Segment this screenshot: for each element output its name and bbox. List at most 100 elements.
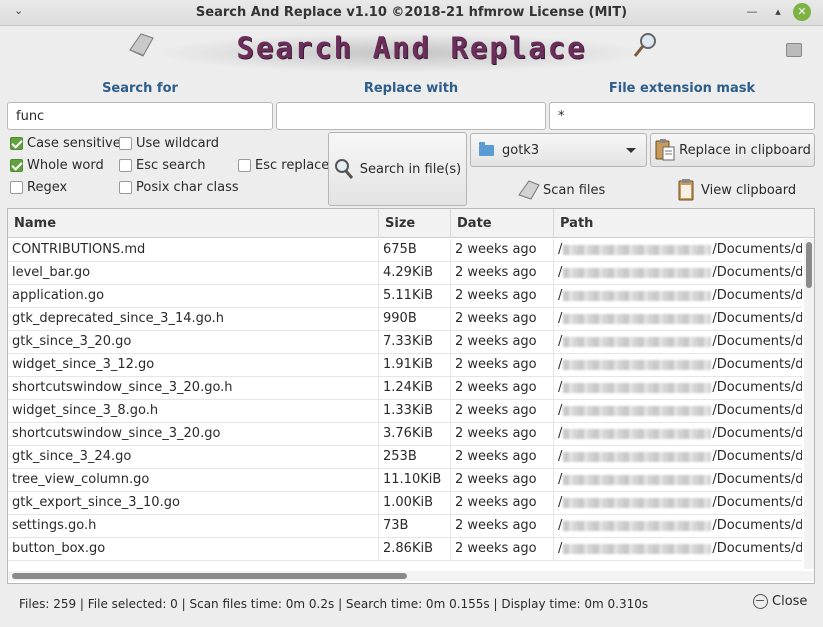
cell-path: / /Documents/de	[554, 262, 802, 285]
vertical-scroll-thumb[interactable]	[806, 242, 812, 288]
cell-date: 2 weeks ago	[451, 400, 554, 423]
file-mask-input[interactable]: *	[549, 102, 815, 130]
scan-files-button[interactable]: Scan files	[517, 177, 605, 203]
cell-size: 5.11KiB	[379, 285, 451, 308]
dropdown-arrow-icon	[626, 148, 636, 153]
path-suffix: /Documents/de	[712, 518, 802, 533]
minimize-icon[interactable]: —	[743, 3, 761, 21]
column-header-name[interactable]: Name	[8, 209, 379, 238]
table-row[interactable]: shortcutswindow_since_3_20.go.h 1.24KiB 2 …	[8, 377, 802, 400]
cell-name: settings.go.h	[8, 515, 379, 538]
table-row[interactable]: gtk_export_since_3_10.go 1.00KiB 2 weeks a…	[8, 492, 802, 515]
window-close-icon[interactable]: ✕	[793, 3, 811, 21]
replace-input[interactable]	[276, 102, 546, 130]
path-prefix: /	[558, 426, 563, 441]
view-clipboard-button[interactable]: View clipboard	[677, 177, 796, 203]
whole-word-label: Whole word	[27, 157, 104, 173]
cell-name: gtk_export_since_3_10.go	[8, 492, 379, 515]
path-suffix: /Documents/de	[712, 265, 802, 280]
search-for-label: Search for	[102, 81, 178, 96]
cell-size: 253B	[379, 446, 451, 469]
table-row[interactable]: CONTRIBUTIONS.md 675B 2 weeks ago / /Documen…	[8, 239, 802, 262]
cell-name: gtk_since_3_24.go	[8, 446, 379, 469]
regex-label: Regex	[27, 179, 68, 195]
cell-size: 1.24KiB	[379, 377, 451, 400]
esc-replace-checkbox[interactable]: Esc replace	[238, 156, 329, 174]
checkbox-empty-icon	[119, 180, 132, 194]
horizontal-scroll-thumb[interactable]	[12, 573, 407, 579]
cell-name: shortcutswindow_since_3_20.go	[8, 423, 379, 446]
redacted-path-segment	[563, 428, 712, 439]
table-row[interactable]: gtk_deprecated_since_3_14.go.h 990B 2 week…	[8, 308, 802, 331]
use-wildcard-checkbox[interactable]: Use wildcard	[119, 134, 219, 152]
table-row[interactable]: gtk_since_3_24.go 253B 2 weeks ago / /Docume…	[8, 446, 802, 469]
folder-select-value: gotk3	[502, 142, 540, 158]
checkbox-empty-icon	[238, 158, 251, 172]
path-prefix: /	[558, 334, 563, 349]
search-input[interactable]: func	[7, 102, 273, 130]
table-row[interactable]: level_bar.go 4.29KiB 2 weeks ago / /Document…	[8, 262, 802, 285]
cell-date: 2 weeks ago	[451, 446, 554, 469]
cell-path: / /Documents/de	[554, 538, 802, 561]
replace-with-label: Replace with	[363, 81, 459, 96]
cell-size: 3.76KiB	[379, 423, 451, 446]
folder-select[interactable]: gotk3	[470, 133, 647, 167]
checkbox-checked-icon	[10, 136, 23, 150]
magnifier-logo-icon	[633, 33, 656, 57]
replace-in-clipboard-label: Replace in clipboard	[679, 142, 811, 158]
redacted-path-segment	[563, 336, 712, 347]
vertical-scrollbar[interactable]	[804, 239, 814, 569]
cell-name: button_box.go	[8, 538, 379, 561]
table-row[interactable]: application.go 5.11KiB 2 weeks ago / /Docume…	[8, 285, 802, 308]
whole-word-checkbox[interactable]: Whole word	[10, 156, 104, 174]
cell-date: 2 weeks ago	[451, 285, 554, 308]
cell-size: 1.33KiB	[379, 400, 451, 423]
esc-search-checkbox[interactable]: Esc search	[119, 156, 205, 174]
regex-checkbox[interactable]: Regex	[10, 178, 67, 196]
path-prefix: /	[558, 403, 563, 418]
view-clipboard-label: View clipboard	[701, 182, 797, 198]
cell-size: 1.91KiB	[379, 354, 451, 377]
cell-path: / /Documents/de	[554, 354, 802, 377]
app-banner: Search And Replace	[0, 27, 823, 75]
redacted-path-segment	[563, 405, 712, 416]
column-header-path[interactable]: Path	[554, 209, 814, 238]
table-row[interactable]: gtk_since_3_20.go 7.33KiB 2 weeks ago / /Doc…	[8, 331, 802, 354]
search-in-files-label: Search in file(s)	[359, 161, 462, 177]
posix-char-class-checkbox[interactable]: Posix char class	[119, 178, 239, 196]
brand-title: Search And Replace	[236, 31, 587, 65]
table-row[interactable]: widget_since_3_8.go.h 1.33KiB 2 weeks ago /…	[8, 400, 802, 423]
redacted-path-segment	[563, 359, 712, 370]
cell-path: / /Documents/de	[554, 423, 802, 446]
folder-icon	[479, 141, 494, 156]
column-header-date[interactable]: Date	[451, 209, 554, 238]
scan-files-label: Scan files	[543, 182, 606, 198]
table-row[interactable]: settings.go.h 73B 2 weeks ago / /Documents/d…	[8, 515, 802, 538]
file-ext-mask-label: File extension mask	[608, 81, 756, 96]
column-header-size[interactable]: Size	[379, 209, 451, 238]
path-prefix: /	[558, 472, 563, 487]
table-row[interactable]: shortcutswindow_since_3_20.go 3.76KiB 2 we…	[8, 423, 802, 446]
redacted-path-segment	[563, 474, 712, 485]
title-bar: ⌄ Search And Replace v1.10 ©2018-21 hfmr…	[0, 0, 823, 26]
table-row[interactable]: widget_since_3_12.go 1.91KiB 2 weeks ago / /…	[8, 354, 802, 377]
case-sensitive-label: Case sensitive	[27, 135, 121, 151]
close-button[interactable]: Close	[753, 594, 807, 609]
path-suffix: /Documents/de	[712, 242, 802, 257]
search-in-files-button[interactable]: Search in file(s)	[328, 132, 467, 206]
settings-icon[interactable]	[786, 43, 802, 57]
maximize-icon[interactable]: ▴	[769, 3, 787, 21]
path-prefix: /	[558, 242, 563, 257]
horizontal-scrollbar[interactable]	[8, 571, 814, 581]
redacted-path-segment	[563, 382, 712, 393]
case-sensitive-checkbox[interactable]: Case sensitive	[10, 134, 121, 152]
cell-name: application.go	[8, 285, 379, 308]
results-table[interactable]: Name Size Date Path CONTRIBUTIONS.md 675B…	[7, 208, 815, 584]
path-suffix: /Documents/de	[712, 380, 802, 395]
cell-path: / /Documents/de	[554, 331, 802, 354]
path-suffix: /Documents/de	[712, 472, 802, 487]
status-bar-text: Files: 259 | File selected: 0 | Scan fil…	[19, 597, 649, 611]
table-row[interactable]: tree_view_column.go 11.10KiB 2 weeks ago / /…	[8, 469, 802, 492]
table-row[interactable]: button_box.go 2.86KiB 2 weeks ago / /Documen…	[8, 538, 802, 561]
replace-in-clipboard-button[interactable]: Replace in clipboard	[650, 133, 815, 167]
